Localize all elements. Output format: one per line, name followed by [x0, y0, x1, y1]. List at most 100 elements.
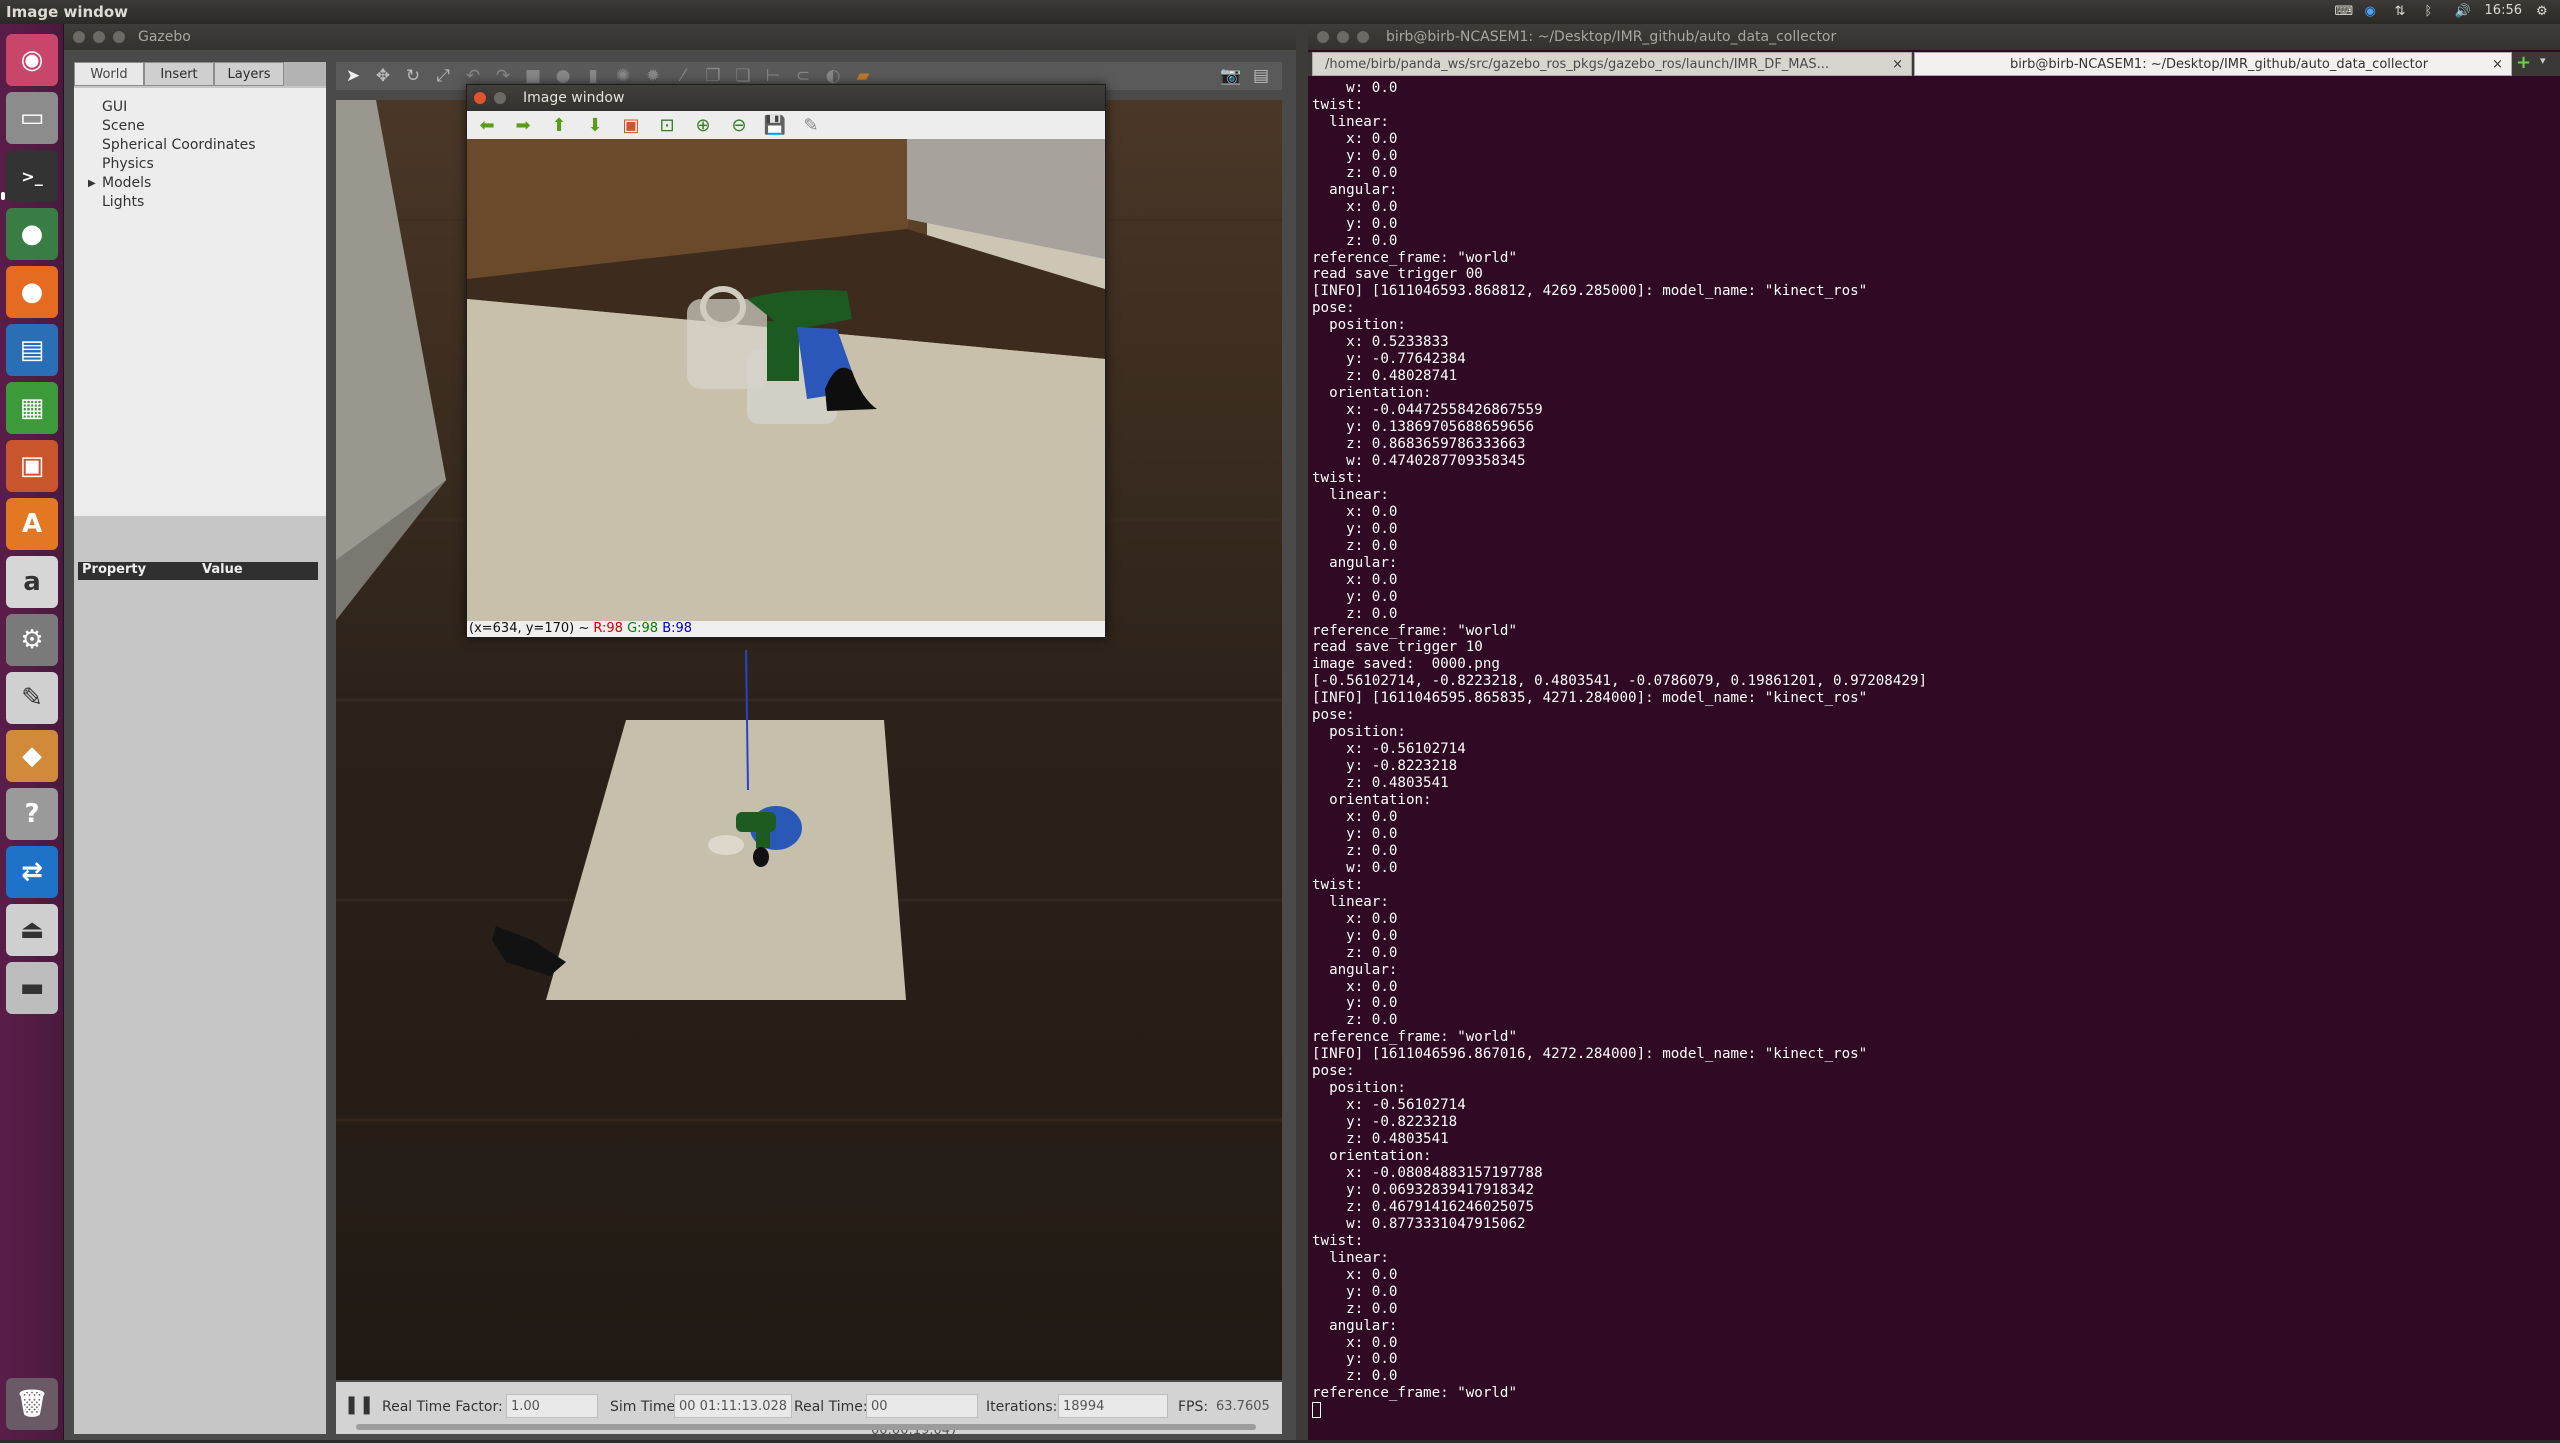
gear-icon[interactable]: ⚙	[2536, 4, 2552, 19]
save-icon[interactable]: 💾	[763, 114, 787, 136]
files-icon[interactable]: ▭	[6, 92, 58, 144]
rotate-icon[interactable]: ↻	[402, 65, 424, 87]
minimize-icon[interactable]	[493, 91, 507, 105]
tab-layers[interactable]: Layers	[214, 62, 284, 86]
pan-up-icon[interactable]: ⬆	[547, 114, 571, 136]
terminal-line: position:	[1312, 724, 1406, 741]
terminal-line: x: 0.0	[1312, 503, 1398, 520]
terminal-line: y: 0.0	[1312, 1283, 1398, 1300]
drive-icon[interactable]: ▬	[6, 962, 58, 1014]
tree-item-physics[interactable]: Physics	[102, 155, 326, 174]
terminal-output[interactable]: w: 0.0 twist: linear: x: 0.0 y: 0.0 z: 0.…	[1312, 80, 2552, 1436]
pan-right-icon[interactable]: ➡	[511, 114, 535, 136]
writer-icon[interactable]: ▤	[6, 324, 58, 376]
terminal-tabs: /home/birb/panda_ws/src/gazebo_ros_pkgs/…	[1308, 52, 2560, 76]
select-arrow-icon[interactable]: ➤	[342, 65, 364, 87]
bluetooth-icon[interactable]: ᛒ	[2425, 4, 2441, 19]
terminal-line: y: 0.0	[1312, 520, 1398, 537]
tab-menu-icon[interactable]: ▾	[2540, 54, 2546, 67]
pan-left-icon[interactable]: ⬅	[475, 114, 499, 136]
maximize-icon[interactable]	[112, 30, 126, 44]
zoom-fit-icon[interactable]: ▣	[619, 114, 643, 136]
teamviewer-tray-icon[interactable]: ◉	[2365, 4, 2381, 19]
expand-arrow-icon[interactable]: ▶	[88, 174, 96, 193]
zoom-original-icon[interactable]: ⊡	[655, 114, 679, 136]
rtf-value: 1.00	[506, 1394, 598, 1418]
terminal-line: z: 0.0	[1312, 1012, 1398, 1029]
usb-icon[interactable]: ⏏	[6, 904, 58, 956]
amazon-icon[interactable]: a	[6, 556, 58, 608]
text-editor-icon[interactable]: ✎	[6, 672, 58, 724]
clock[interactable]: 16:56	[2485, 3, 2522, 18]
terminal-titlebar[interactable]: birb@birb-NCASEM1: ~/Desktop/IMR_github/…	[1308, 24, 2560, 50]
minimize-icon[interactable]	[92, 30, 106, 44]
close-tab-icon[interactable]: ×	[2492, 53, 2503, 75]
translate-icon[interactable]: ✥	[372, 65, 394, 87]
settings-icon[interactable]: ⚙	[6, 614, 58, 666]
property-header: Property Value	[78, 562, 318, 580]
terminal-prompt-line[interactable]	[1312, 1402, 2552, 1419]
close-icon[interactable]	[473, 91, 487, 105]
terminal-line: z: 0.0	[1312, 842, 1398, 859]
scale-icon[interactable]: ⤢	[432, 65, 454, 87]
terminal-line: [-0.56102714, -0.8223218, 0.4803541, -0.…	[1312, 673, 1927, 690]
terminal-line: angular:	[1312, 554, 1398, 571]
tree-item-lights[interactable]: Lights	[102, 193, 326, 212]
zoom-in-icon[interactable]: ⊕	[691, 114, 715, 136]
status-scrollbar[interactable]	[356, 1424, 1256, 1430]
terminal-line: x: 0.0	[1312, 808, 1398, 825]
image-window-titlebar[interactable]: Image window	[467, 85, 1105, 111]
chrome-icon[interactable]: ●	[6, 208, 58, 260]
keyboard-icon[interactable]: ⌨	[2335, 4, 2354, 19]
new-tab-icon[interactable]: +	[2516, 52, 2531, 73]
active-window-title: Image window	[6, 3, 129, 21]
impress-icon[interactable]: ▣	[6, 440, 58, 492]
trash-icon[interactable]: 🗑	[6, 1378, 58, 1430]
terminal-line: z: 0.0	[1312, 1368, 1398, 1385]
log-icon[interactable]: ▤	[1250, 65, 1272, 87]
camera-image-view[interactable]	[467, 139, 1105, 621]
pause-icon[interactable]: ❚❚	[344, 1394, 374, 1415]
network-icon[interactable]: ⇅	[2395, 4, 2411, 19]
tree-item-scene[interactable]: Scene	[102, 117, 326, 136]
terminal-line: z: 0.4803541	[1312, 775, 1449, 792]
gazebo-icon[interactable]: ◆	[6, 730, 58, 782]
maximize-icon[interactable]	[1356, 30, 1370, 44]
tree-item-gui[interactable]: GUI	[102, 98, 326, 117]
terminal-line: w: 0.0	[1312, 859, 1398, 876]
terminal-tab-1[interactable]: /home/birb/panda_ws/src/gazebo_ros_pkgs/…	[1312, 52, 1912, 76]
property-column-header: Property	[82, 562, 147, 577]
terminal-line: image saved: 0000.png	[1312, 656, 1500, 673]
gazebo-titlebar[interactable]: Gazebo	[64, 24, 1296, 50]
tree-item-models-row[interactable]: ▶ Models	[88, 174, 326, 193]
properties-icon[interactable]: ✎	[799, 114, 823, 136]
volume-icon[interactable]: 🔊	[2455, 4, 2471, 19]
software-center-icon[interactable]: A	[6, 498, 58, 550]
firefox-icon[interactable]: ●	[6, 266, 58, 318]
zoom-out-icon[interactable]: ⊖	[727, 114, 751, 136]
close-tab-icon[interactable]: ×	[1892, 53, 1903, 75]
teamviewer-icon[interactable]: ⇄	[6, 846, 58, 898]
close-icon[interactable]	[72, 30, 86, 44]
tree-item-models[interactable]: Models	[102, 175, 151, 191]
terminal-icon[interactable]: >_	[6, 150, 58, 202]
screenshot-icon[interactable]: 📷	[1220, 65, 1242, 87]
terminal-line: x: 0.0	[1312, 1334, 1398, 1351]
tab-insert[interactable]: Insert	[144, 62, 214, 86]
minimize-icon[interactable]	[1336, 30, 1350, 44]
terminal-line: y: 0.0	[1312, 215, 1398, 232]
calc-icon[interactable]: ▦	[6, 382, 58, 434]
rtf-label: Real Time Factor:	[382, 1399, 503, 1415]
tree-item-spherical-coordinates[interactable]: Spherical Coordinates	[102, 136, 326, 155]
terminal-cursor	[1312, 1402, 1321, 1419]
pan-down-icon[interactable]: ⬇	[583, 114, 607, 136]
help-icon[interactable]: ?	[6, 788, 58, 840]
ubuntu-dash-icon[interactable]: ◉	[6, 34, 58, 86]
terminal-line: y: 0.13869705688659656	[1312, 419, 1535, 436]
terminal-tab-2-label: birb@birb-NCASEM1: ~/Desktop/IMR_github/…	[2009, 57, 2429, 72]
tab-world[interactable]: World	[74, 62, 144, 86]
real-time-value: 00 00:00:19.047	[866, 1394, 978, 1438]
close-icon[interactable]	[1316, 30, 1330, 44]
terminal-tab-2[interactable]: birb@birb-NCASEM1: ~/Desktop/IMR_github/…	[1914, 52, 2512, 76]
terminal-line: y: -0.8223218	[1312, 758, 1458, 775]
